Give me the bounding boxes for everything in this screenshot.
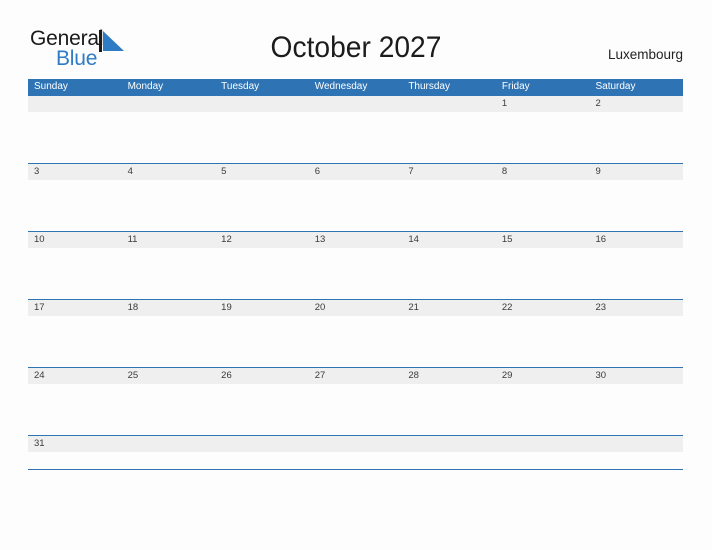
week-date-strip: 10 11 12 13 14 15 16	[28, 232, 683, 248]
day-cell[interactable]	[122, 96, 216, 112]
day-cell[interactable]	[122, 436, 216, 452]
day-cell[interactable]	[309, 436, 403, 452]
weekday-header-friday: Friday	[501, 81, 530, 92]
day-cell[interactable]: 9	[589, 164, 683, 180]
day-cell[interactable]: 18	[122, 300, 216, 316]
week-notes-area[interactable]	[28, 112, 683, 163]
day-cell[interactable]: 23	[589, 300, 683, 316]
day-cell[interactable]	[402, 436, 496, 452]
day-cell[interactable]: 27	[309, 368, 403, 384]
day-cell[interactable]: 13	[309, 232, 403, 248]
day-cell[interactable]: 6	[309, 164, 403, 180]
day-cell[interactable]: 4	[122, 164, 216, 180]
week-notes-area[interactable]	[28, 180, 683, 231]
day-cell[interactable]: 30	[589, 368, 683, 384]
day-cell[interactable]: 1	[496, 96, 590, 112]
day-cell[interactable]	[215, 96, 309, 112]
weekday-header-row: Sunday Monday Tuesday Wednesday Thursday…	[28, 79, 683, 95]
week-date-strip: 31	[28, 436, 683, 452]
week-notes-area[interactable]	[28, 316, 683, 367]
day-cell[interactable]	[496, 436, 590, 452]
calendar-week-row: 17 18 19 20 21 22 23	[28, 299, 683, 367]
weekday-header-wednesday: Wednesday	[314, 81, 368, 92]
day-cell[interactable]: 2	[589, 96, 683, 112]
day-cell[interactable]: 8	[496, 164, 590, 180]
weekday-header-saturday: Saturday	[595, 81, 636, 92]
day-cell[interactable]: 19	[215, 300, 309, 316]
calendar-page: General Blue October 2027 Luxembourg Sun…	[0, 0, 712, 550]
day-cell[interactable]: 17	[28, 300, 122, 316]
week-notes-area[interactable]	[28, 452, 683, 469]
day-cell[interactable]	[402, 96, 496, 112]
day-cell[interactable]: 16	[589, 232, 683, 248]
week-date-strip: 24 25 26 27 28 29 30	[28, 368, 683, 384]
day-cell[interactable]: 21	[402, 300, 496, 316]
day-cell[interactable]	[589, 436, 683, 452]
weekday-header-monday: Monday	[127, 81, 164, 92]
page-title: October 2027	[270, 31, 442, 64]
calendar-week-row: 24 25 26 27 28 29 30	[28, 367, 683, 435]
calendar-week-row: 10 11 12 13 14 15 16	[28, 231, 683, 299]
day-cell[interactable]: 26	[215, 368, 309, 384]
day-cell[interactable]: 10	[28, 232, 122, 248]
day-cell[interactable]: 31	[28, 436, 122, 452]
calendar-week-row: 3 4 5 6 7 8 9	[28, 163, 683, 231]
day-cell[interactable]: 22	[496, 300, 590, 316]
week-date-strip: 1 2	[28, 96, 683, 112]
day-cell[interactable]: 20	[309, 300, 403, 316]
week-notes-area[interactable]	[28, 384, 683, 435]
day-cell[interactable]	[215, 436, 309, 452]
day-cell[interactable]: 7	[402, 164, 496, 180]
day-cell[interactable]	[28, 96, 122, 112]
day-cell[interactable]: 24	[28, 368, 122, 384]
weekday-header-thursday: Thursday	[408, 81, 450, 92]
day-cell[interactable]: 14	[402, 232, 496, 248]
week-notes-area[interactable]	[28, 248, 683, 299]
calendar-week-row: 1 2	[28, 95, 683, 163]
week-date-strip: 17 18 19 20 21 22 23	[28, 300, 683, 316]
day-cell[interactable]: 15	[496, 232, 590, 248]
calendar-week-row: 31	[28, 435, 683, 470]
day-cell[interactable]: 11	[122, 232, 216, 248]
day-cell[interactable]: 25	[122, 368, 216, 384]
day-cell[interactable]: 3	[28, 164, 122, 180]
day-cell[interactable]: 28	[402, 368, 496, 384]
day-cell[interactable]: 29	[496, 368, 590, 384]
week-date-strip: 3 4 5 6 7 8 9	[28, 164, 683, 180]
weekday-header-sunday: Sunday	[34, 81, 68, 92]
page-header: General Blue October 2027 Luxembourg	[0, 0, 712, 74]
locale-label: Luxembourg	[607, 47, 683, 62]
calendar-grid: Sunday Monday Tuesday Wednesday Thursday…	[28, 79, 683, 470]
day-cell[interactable]: 5	[215, 164, 309, 180]
weekday-header-tuesday: Tuesday	[221, 81, 260, 92]
day-cell[interactable]	[309, 96, 403, 112]
day-cell[interactable]: 12	[215, 232, 309, 248]
